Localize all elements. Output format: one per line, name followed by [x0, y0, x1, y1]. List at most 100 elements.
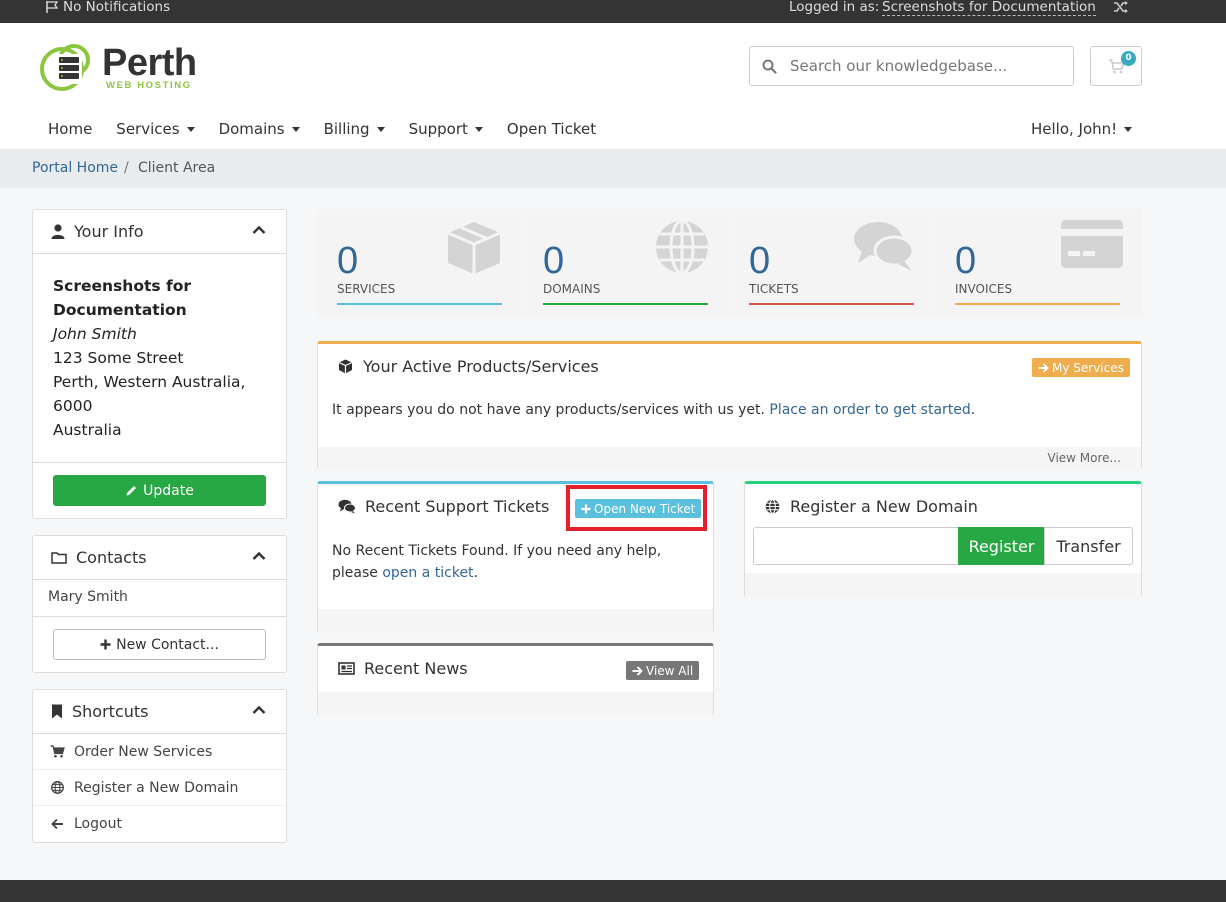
contact-person: John Smith — [53, 325, 137, 343]
new-contact-button[interactable]: New Contact... — [53, 629, 266, 660]
flag-icon — [45, 0, 59, 14]
cart-button[interactable]: 0 — [1090, 46, 1142, 86]
notifications-link[interactable]: No Notifications — [45, 0, 170, 15]
chevron-up-icon[interactable] — [252, 705, 266, 715]
user-icon — [51, 224, 65, 239]
shortcuts-header[interactable]: Shortcuts — [33, 690, 286, 734]
stat-underline — [337, 303, 502, 305]
open-new-ticket-button[interactable]: Open New Ticket — [575, 499, 702, 518]
contacts-title: Contacts — [76, 548, 147, 567]
view-more-link[interactable]: View More... — [1048, 451, 1121, 465]
your-info-header[interactable]: Your Info — [33, 210, 286, 254]
view-all-news-button[interactable]: View All — [626, 661, 700, 680]
my-services-label: My Services — [1052, 360, 1124, 375]
products-period: . — [970, 402, 976, 418]
nav-billing-label: Billing — [323, 120, 370, 138]
brand-name: Perth — [102, 42, 197, 84]
nav-domains-label: Domains — [218, 120, 285, 138]
stat-label: TICKETS — [749, 282, 799, 296]
account-menu[interactable]: Hello, John! — [1031, 120, 1133, 138]
breadcrumb: Portal Home / Client Area — [0, 149, 1226, 188]
search-icon[interactable] — [762, 59, 777, 74]
brand-logo[interactable]: Perth WEB HOSTING — [40, 42, 197, 94]
nav-domains[interactable]: Domains — [219, 120, 300, 138]
shortcut-logout[interactable]: Logout — [33, 806, 286, 842]
stat-tickets[interactable]: 0 TICKETS — [729, 209, 934, 316]
place-order-link[interactable]: Place an order to get started — [769, 402, 970, 418]
plus-icon — [581, 504, 591, 514]
your-info-title: Your Info — [74, 222, 144, 241]
breadcrumb-current: Client Area — [138, 160, 216, 176]
address-country: Australia — [53, 421, 122, 439]
my-services-button[interactable]: My Services — [1032, 358, 1130, 377]
notifications-text: No Notifications — [63, 0, 171, 15]
stat-domains[interactable]: 0 DOMAINS — [523, 209, 728, 316]
shortcut-register-domain[interactable]: Register a New Domain — [33, 770, 286, 806]
contacts-panel: Contacts Mary Smith New Contact... — [32, 535, 287, 673]
brand-tagline: WEB HOSTING — [106, 80, 192, 91]
cloud-server-icon — [40, 42, 100, 94]
transfer-button[interactable]: Transfer — [1044, 527, 1133, 565]
nav-billing[interactable]: Billing — [324, 120, 385, 138]
nav-support-label: Support — [408, 120, 468, 138]
shuffle-icon[interactable] — [1113, 0, 1129, 14]
shortcut-order-services[interactable]: Order New Services — [33, 734, 286, 770]
folder-icon — [51, 551, 67, 564]
caret-down-icon — [376, 126, 385, 132]
cart-count-badge: 0 — [1121, 51, 1136, 66]
stat-invoices[interactable]: 0 INVOICES — [935, 209, 1142, 316]
stat-services[interactable]: 0 SERVICES — [317, 209, 522, 316]
stat-number: 0 — [749, 240, 771, 282]
breadcrumb-home-link[interactable]: Portal Home — [32, 160, 118, 176]
recent-news-card: Recent News View All — [317, 643, 714, 716]
nav-home-label: Home — [48, 120, 93, 138]
stat-number: 0 — [955, 240, 977, 282]
company-name-line1: Screenshots for — [53, 277, 192, 295]
domain-input[interactable] — [753, 527, 959, 565]
pencil-icon — [125, 484, 138, 497]
open-new-ticket-label: Open New Ticket — [594, 501, 696, 516]
caret-down-icon — [186, 126, 195, 132]
nav-services[interactable]: Services — [116, 120, 195, 138]
register-button[interactable]: Register — [958, 527, 1045, 565]
shortcuts-panel: Shortcuts Order New Services Register a … — [32, 689, 287, 843]
nav-support[interactable]: Support — [409, 120, 483, 138]
open-ticket-link[interactable]: open a ticket — [382, 565, 473, 581]
globe-icon — [765, 499, 780, 514]
contacts-header[interactable]: Contacts — [33, 536, 286, 580]
address-postcode: 6000 — [53, 397, 93, 415]
credit-card-icon — [1060, 219, 1124, 269]
stat-underline — [749, 303, 914, 305]
nav-open-ticket[interactable]: Open Ticket — [507, 120, 596, 138]
tickets-period: . — [473, 564, 479, 581]
update-button-label: Update — [143, 482, 194, 499]
recent-news-title: Recent News — [364, 659, 468, 678]
shortcuts-title: Shortcuts — [72, 702, 149, 721]
nav-open-ticket-label: Open Ticket — [506, 120, 597, 138]
stat-number: 0 — [543, 240, 565, 282]
divider — [33, 462, 286, 463]
chevron-up-icon[interactable] — [252, 225, 266, 235]
update-button[interactable]: Update — [53, 475, 266, 506]
register-domain-title: Register a New Domain — [790, 497, 978, 516]
knowledgebase-search[interactable] — [749, 46, 1074, 86]
nav-services-label: Services — [116, 120, 180, 138]
caret-down-icon — [1124, 126, 1133, 132]
nav-home[interactable]: Home — [48, 120, 92, 138]
newspaper-icon — [338, 662, 355, 675]
address-street: 123 Some Street — [53, 349, 184, 367]
arrow-right-icon — [1038, 362, 1049, 373]
chevron-up-icon[interactable] — [252, 551, 266, 561]
caret-down-icon — [474, 126, 483, 132]
your-info-panel: Your Info Screenshots for Documentation … — [32, 209, 287, 519]
contact-item[interactable]: Mary Smith — [33, 580, 286, 617]
products-empty-message: It appears you do not have any products/… — [332, 402, 975, 418]
register-button-label: Register — [968, 536, 1035, 556]
logged-in-user-link[interactable]: Screenshots for Documentation — [882, 0, 1096, 16]
address-city: Perth, Western Australia, — [53, 373, 246, 391]
products-footer: View More... — [318, 447, 1141, 470]
shortcut-label: Order New Services — [74, 743, 213, 760]
new-contact-label: New Contact... — [116, 636, 219, 653]
search-input[interactable] — [790, 47, 1060, 85]
stat-underline — [543, 303, 708, 305]
